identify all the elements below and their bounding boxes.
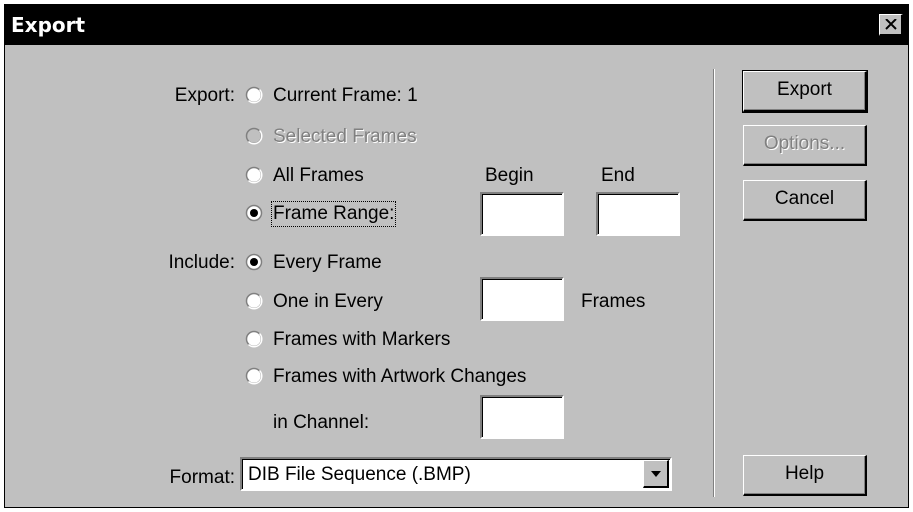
close-icon: [885, 19, 897, 30]
radio-label: Every Frame: [273, 252, 382, 273]
cancel-button[interactable]: Cancel: [743, 180, 867, 221]
radio-button[interactable]: [245, 253, 263, 271]
begin-frame-field[interactable]: [480, 192, 564, 236]
radio-label: One in Every: [273, 291, 383, 312]
format-label: Format:: [169, 467, 235, 488]
export-button[interactable]: Export: [742, 70, 868, 113]
channel-input[interactable]: [482, 397, 562, 437]
help-button[interactable]: Help: [743, 455, 867, 496]
dialog-title: Export: [11, 13, 86, 37]
radio-button[interactable]: [245, 127, 263, 145]
end-frame-input[interactable]: [598, 194, 678, 234]
format-dropdown-button[interactable]: [643, 460, 669, 488]
close-button[interactable]: [879, 14, 903, 36]
channel-label: in Channel:: [273, 412, 370, 433]
format-select[interactable]: DIB File Sequence (.BMP): [240, 457, 672, 491]
channel-field[interactable]: [480, 395, 564, 439]
radio-button[interactable]: [245, 367, 263, 385]
radio-button[interactable]: [245, 292, 263, 310]
radio-label: Selected Frames: [273, 126, 417, 147]
begin-frame-input[interactable]: [482, 194, 562, 234]
end-frame-field[interactable]: [596, 192, 680, 236]
options-button[interactable]: Options...: [743, 125, 867, 166]
radio-label: All Frames: [273, 165, 364, 186]
include-group-label: Include:: [168, 252, 235, 273]
export-dialog: Export Export: Current Frame: 1 Selected…: [4, 4, 909, 508]
radio-label: Frames with Artwork Changes: [273, 366, 527, 387]
radio-label: Current Frame: 1: [273, 85, 418, 106]
radio-button[interactable]: [245, 166, 263, 184]
end-label: End: [601, 165, 635, 186]
begin-label: Begin: [485, 165, 534, 186]
format-selected-value: DIB File Sequence (.BMP): [248, 464, 471, 485]
radio-button[interactable]: [245, 204, 263, 222]
radio-label: Frame Range:: [270, 201, 397, 227]
one-in-every-input[interactable]: [482, 279, 562, 319]
export-group-label: Export:: [174, 85, 235, 106]
chevron-down-icon: [651, 471, 661, 477]
title-bar[interactable]: Export: [5, 5, 908, 45]
one-in-every-field[interactable]: [480, 277, 564, 321]
radio-button[interactable]: [245, 330, 263, 348]
vertical-divider: [713, 69, 715, 497]
frames-unit-label: Frames: [581, 291, 646, 312]
radio-button[interactable]: [245, 86, 263, 104]
radio-label: Frames with Markers: [273, 329, 451, 350]
